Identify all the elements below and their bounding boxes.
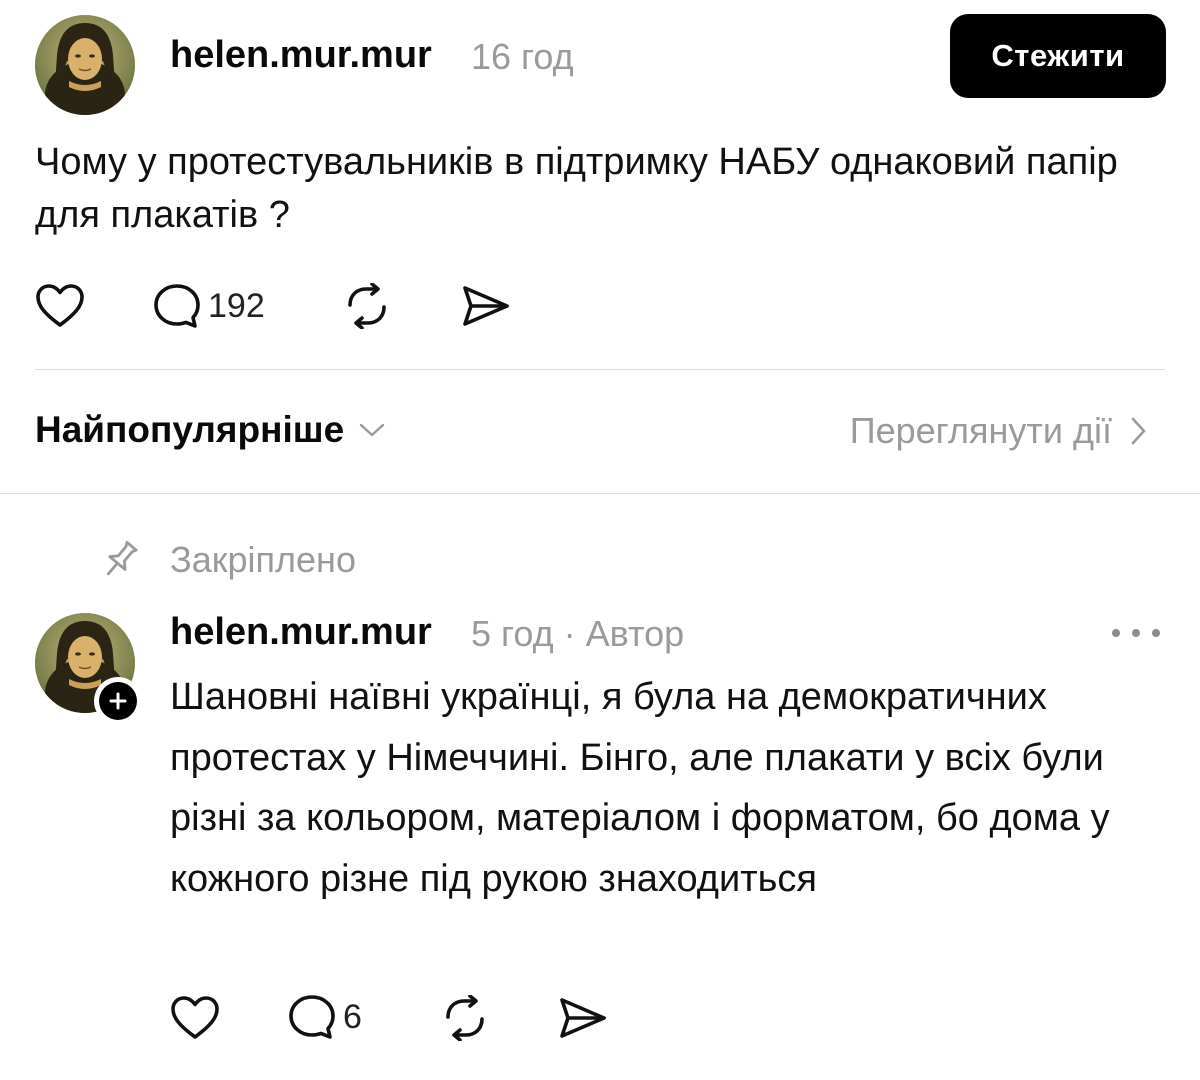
reply-author-username[interactable]: helen.mur.mur bbox=[170, 611, 432, 654]
sort-divider bbox=[0, 493, 1200, 494]
share-icon bbox=[560, 998, 606, 1038]
sort-dropdown[interactable]: Найпопулярніше bbox=[35, 409, 388, 451]
chevron-down-icon bbox=[359, 423, 385, 437]
reply-repost-button[interactable] bbox=[440, 995, 490, 1041]
chevron-right-icon bbox=[1131, 417, 1146, 445]
sort-label: Найпопулярніше bbox=[35, 409, 345, 450]
heart-icon bbox=[36, 284, 84, 327]
post-author-username[interactable]: helen.mur.mur bbox=[170, 34, 432, 77]
post-reply-count: 192 bbox=[208, 286, 265, 325]
repost-icon bbox=[446, 995, 484, 1041]
view-activity-label: Переглянути дії bbox=[849, 410, 1112, 451]
follow-button[interactable]: Стежити bbox=[950, 14, 1166, 98]
meta-separator: · bbox=[563, 613, 576, 654]
plus-icon bbox=[109, 692, 127, 710]
pinned-label: Закріплено bbox=[170, 539, 356, 580]
pinned-indicator: Закріплено bbox=[100, 538, 356, 582]
heart-icon bbox=[171, 996, 219, 1039]
repost-button[interactable] bbox=[342, 283, 392, 329]
dot bbox=[1152, 629, 1160, 637]
reply-comment-button[interactable]: 6 bbox=[287, 993, 362, 1041]
post-timestamp: 16 год bbox=[471, 36, 574, 77]
reply-text: Шановні наївні українці, я була на демок… bbox=[170, 676, 1110, 900]
pin-icon bbox=[107, 540, 138, 576]
post-divider bbox=[35, 369, 1165, 370]
more-options-button[interactable] bbox=[1112, 618, 1160, 648]
reply-reply-count: 6 bbox=[343, 997, 362, 1036]
author-badge: Автор bbox=[585, 613, 685, 654]
share-button[interactable] bbox=[459, 284, 511, 328]
dot bbox=[1112, 629, 1120, 637]
post-text: Чому у протестувальників в підтримку НАБ… bbox=[35, 141, 1118, 236]
share-icon bbox=[463, 286, 509, 326]
follow-plus-button[interactable] bbox=[94, 677, 142, 725]
reply-timestamp: 5 год bbox=[471, 613, 554, 654]
like-button[interactable] bbox=[35, 283, 85, 329]
comment-icon bbox=[289, 995, 335, 1039]
view-activity-link[interactable]: Переглянути дії bbox=[850, 410, 1150, 452]
reply-like-button[interactable] bbox=[170, 995, 220, 1041]
reply-meta: 5 год · Автор bbox=[471, 613, 684, 655]
post-author-avatar[interactable] bbox=[35, 15, 135, 115]
dot bbox=[1132, 629, 1140, 637]
comment-button[interactable]: 192 bbox=[152, 282, 265, 330]
reply-share-button[interactable] bbox=[556, 996, 608, 1040]
repost-icon bbox=[348, 283, 386, 329]
comment-icon bbox=[154, 284, 200, 328]
